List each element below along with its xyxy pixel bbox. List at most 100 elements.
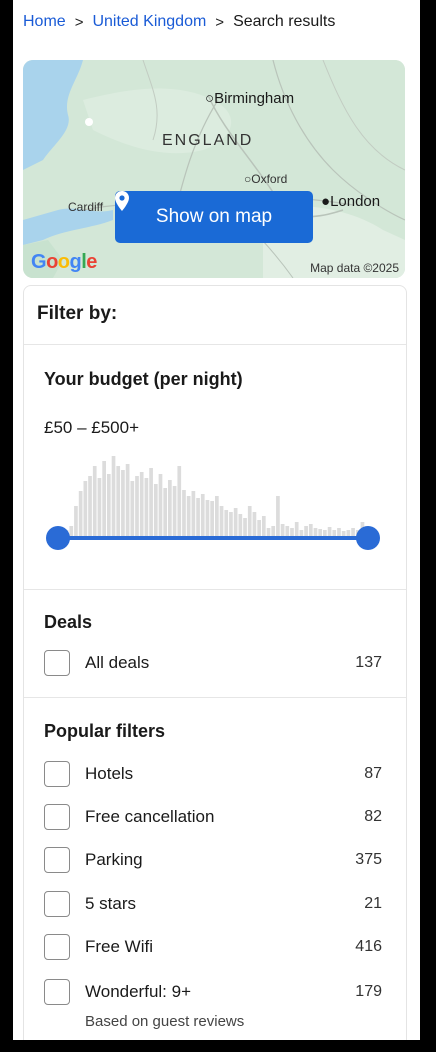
histogram-bar [280, 524, 285, 536]
histogram-bar [224, 510, 229, 536]
map-pin-icon [115, 191, 129, 211]
histogram-bar [219, 506, 224, 536]
show-on-map-button[interactable]: Show on map [115, 191, 313, 243]
popular-filters-title: Popular filters [44, 721, 166, 741]
histogram-bar [102, 461, 106, 536]
filter-label: Hotels [85, 764, 134, 783]
map-preview[interactable]: ○Birmingham ENGLAND ○Oxford Cardiff ●Lon… [23, 60, 405, 278]
histogram-bar [271, 526, 276, 536]
histogram-bar [252, 512, 257, 536]
histogram-bar [285, 526, 290, 536]
checkbox[interactable] [44, 650, 70, 676]
deals-title: Deals [44, 612, 93, 632]
filter-label: 5 stars [85, 894, 137, 913]
map-label-oxford: ○Oxford [244, 172, 288, 186]
histogram-bar [97, 478, 102, 536]
filter-label: Free cancellation [85, 807, 215, 826]
histogram-bar [205, 500, 210, 536]
filter-card: Filter by: Your budget (per night) £50 –… [23, 285, 407, 1040]
histogram-bar [130, 481, 135, 536]
histogram-bar [196, 498, 200, 536]
histogram-bar [149, 468, 153, 536]
filter-option[interactable]: Parking 375 [44, 844, 382, 876]
filter-count: 21 [364, 895, 382, 912]
filter-option[interactable]: Wonderful: 9+ 179 [44, 976, 382, 1008]
breadcrumb-home-link[interactable]: Home [23, 13, 66, 31]
histogram-bar [135, 476, 139, 536]
histogram-bar [276, 496, 280, 536]
histogram-bar [266, 528, 271, 536]
histogram-bar [158, 474, 163, 536]
checkbox[interactable] [44, 847, 70, 873]
histogram-bar [247, 506, 252, 536]
histogram-bar [257, 520, 261, 536]
filter-option[interactable]: 5 stars 21 [44, 888, 382, 920]
map-label-london: ●London [321, 193, 381, 210]
histogram-bar [243, 518, 247, 536]
filter-option[interactable]: All deals 137 [44, 647, 382, 679]
checkbox[interactable] [44, 804, 70, 830]
filter-label: Wonderful: 9+ [85, 982, 192, 1001]
map-credit: Map data ©2025 [310, 261, 399, 275]
map-label-birmingham: ○Birmingham [205, 90, 295, 107]
histogram-bar [106, 474, 111, 536]
histogram-bar [233, 508, 238, 536]
filter-option[interactable]: Free cancellation 82 [44, 801, 382, 833]
checkbox[interactable] [44, 761, 70, 787]
divider [24, 697, 406, 698]
histogram-bar [74, 506, 78, 536]
histogram-bar [351, 528, 355, 536]
divider [24, 589, 406, 590]
filter-count: 416 [355, 938, 382, 955]
histogram-bar [153, 484, 158, 536]
filter-count: 82 [364, 808, 382, 825]
histogram-bar [139, 472, 144, 536]
histogram-bar [92, 466, 97, 536]
histogram-bar [215, 496, 219, 536]
budget-slider-max-handle[interactable] [356, 526, 380, 550]
filter-option[interactable]: Free Wifi 416 [44, 931, 382, 963]
breadcrumb-country-link[interactable]: United Kingdom [92, 13, 206, 31]
histogram-bar [238, 514, 243, 536]
filter-count: 137 [355, 654, 382, 671]
filter-sidebar: Home > United Kingdom > Search results ○ [13, 0, 420, 1040]
breadcrumb-current: Search results [233, 13, 336, 30]
budget-slider-min-handle[interactable] [46, 526, 70, 550]
histogram-bar [83, 481, 88, 536]
histogram-bar [327, 527, 332, 536]
histogram-bar [78, 491, 83, 536]
histogram-bar [172, 486, 177, 536]
histogram-bar [290, 528, 294, 536]
histogram-bar [304, 526, 308, 536]
histogram-bar [144, 478, 149, 536]
budget-slider-track[interactable] [58, 536, 368, 540]
histogram-bar [186, 496, 191, 536]
histogram-bar [69, 526, 74, 536]
histogram-bar [111, 456, 116, 536]
histogram-bar [337, 528, 341, 536]
filter-count: 87 [364, 765, 382, 782]
breadcrumb-separator: > [215, 13, 225, 31]
budget-range: £50 – £500+ [44, 418, 140, 437]
filter-count: 375 [355, 851, 382, 868]
map-label-england: ENGLAND [162, 132, 254, 149]
price-histogram [60, 456, 369, 536]
histogram-bar [163, 488, 168, 536]
filter-label: Parking [85, 850, 143, 869]
histogram-bar [318, 529, 323, 536]
histogram-bar [168, 480, 172, 536]
filter-option[interactable]: Hotels 87 [44, 758, 382, 790]
google-logo: Google [31, 251, 97, 273]
budget-title: Your budget (per night) [44, 369, 243, 389]
histogram-bar [229, 512, 233, 536]
histogram-bar [182, 490, 186, 536]
checkbox[interactable] [44, 891, 70, 917]
checkbox[interactable] [44, 934, 70, 960]
histogram-bar [191, 491, 196, 536]
checkbox[interactable] [44, 979, 70, 1005]
divider [24, 344, 406, 345]
map-label-cardiff: Cardiff [68, 200, 104, 214]
review-note: Based on guest reviews [85, 1013, 245, 1030]
histogram-bar [116, 466, 121, 536]
histogram-bar [125, 464, 130, 536]
